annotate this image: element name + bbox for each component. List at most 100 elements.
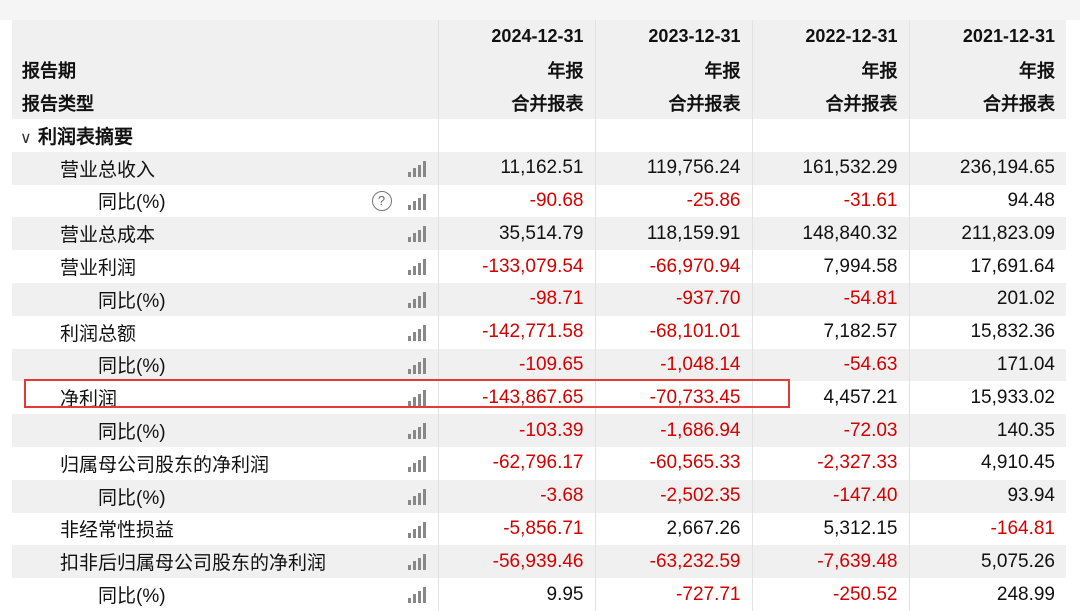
row-label: 利润总额 bbox=[60, 323, 137, 345]
value-cell: 5,312.15 bbox=[751, 512, 909, 546]
bar-chart-icon[interactable] bbox=[407, 488, 426, 505]
type-value: 合并报表 bbox=[908, 86, 1066, 119]
bar-chart-icon[interactable] bbox=[407, 390, 426, 407]
value-cell: -70,733.45 bbox=[594, 381, 752, 415]
value-cell: -250.52 bbox=[751, 578, 909, 611]
table-row[interactable]: 同比(%) -109.65 -1,048.14 -54.63 171.04 bbox=[12, 348, 1066, 382]
value-cell: -133,079.54 bbox=[437, 250, 595, 283]
table-row[interactable]: 归属母公司股东的净利润 -62,796.17 -60,565.33 -2,327.33… bbox=[12, 446, 1066, 480]
question-circle-icon[interactable]: ? bbox=[371, 190, 392, 211]
value-cell: -2,502.35 bbox=[594, 479, 752, 513]
value-cell: -1,048.14 bbox=[594, 348, 752, 382]
row-label: 同比(%) bbox=[98, 487, 166, 509]
row-label-cell[interactable]: 利润总额 bbox=[12, 315, 438, 349]
value-cell: -60,565.33 bbox=[594, 446, 752, 480]
value-cell: 15,832.36 bbox=[908, 315, 1066, 349]
type-value: 合并报表 bbox=[594, 86, 752, 119]
bar-chart-icon[interactable] bbox=[407, 160, 426, 177]
table-row[interactable]: 净利润 -143,867.65 -70,733.45 4,457.21 15,933.0… bbox=[12, 381, 1066, 415]
row-label-cell[interactable]: 同比(%) bbox=[12, 414, 438, 447]
row-label-cell[interactable]: 归属母公司股东的净利润 bbox=[12, 446, 438, 480]
bar-chart-icon[interactable] bbox=[407, 587, 426, 604]
row-label-cell[interactable]: 同比(%) bbox=[12, 282, 438, 316]
table-row[interactable]: 同比(%) -103.39 -1,686.94 -72.03 140.35 bbox=[12, 414, 1066, 447]
value-cell: 236,194.65 bbox=[908, 151, 1066, 185]
value-cell: 118,159.91 bbox=[594, 217, 752, 251]
table-row[interactable]: 同比(%) -98.71 -937.70 -54.81 201.02 bbox=[12, 282, 1066, 316]
period-value: 年报 bbox=[594, 53, 752, 86]
table-row[interactable]: 营业总收入 11,162.51 119,756.24 161,532.29 236,19… bbox=[12, 151, 1066, 185]
row-label-cell[interactable]: 扣非后归属母公司股东的净利润 bbox=[12, 545, 438, 579]
bar-chart-icon[interactable] bbox=[407, 554, 426, 571]
value-cell: -937.70 bbox=[594, 282, 752, 316]
row-label-cell[interactable]: 营业利润 bbox=[12, 250, 438, 283]
header-row-type: 报告类型 合并报表 合并报表 合并报表 合并报表 bbox=[12, 86, 1066, 119]
table-row[interactable]: 利润总额 -142,771.58 -68,101.01 7,182.57 15,832.… bbox=[12, 315, 1066, 349]
value-cell: -103.39 bbox=[437, 414, 595, 447]
value-cell: -3.68 bbox=[437, 479, 595, 513]
value-cell: -7,639.48 bbox=[751, 545, 909, 579]
value-cell: 7,182.57 bbox=[751, 315, 909, 349]
value-cell: -164.81 bbox=[908, 512, 1066, 546]
type-value: 合并报表 bbox=[437, 86, 595, 119]
bar-chart-icon[interactable] bbox=[407, 291, 426, 308]
value-cell: 2,667.26 bbox=[594, 512, 752, 546]
value-cell: 4,910.45 bbox=[908, 446, 1066, 480]
top-band bbox=[0, 0, 1080, 20]
bar-chart-icon[interactable] bbox=[407, 259, 426, 276]
value-cell: 148,840.32 bbox=[751, 217, 909, 251]
value-cell: 201.02 bbox=[908, 282, 1066, 316]
section-spacer bbox=[751, 119, 909, 152]
value-cell: 4,457.21 bbox=[751, 381, 909, 415]
section-header[interactable]: ∨ 利润表摘要 bbox=[12, 119, 438, 152]
value-cell: -727.71 bbox=[594, 578, 752, 611]
chevron-down-icon[interactable]: ∨ bbox=[20, 128, 32, 148]
value-cell: -66,970.94 bbox=[594, 250, 752, 283]
row-label: 净利润 bbox=[60, 389, 118, 411]
value-cell: 9.95 bbox=[437, 578, 595, 611]
row-label-cell[interactable]: 净利润 bbox=[12, 381, 438, 415]
value-cell: 248.99 bbox=[908, 578, 1066, 611]
row-label-cell[interactable]: 同比(%) bbox=[12, 479, 438, 513]
row-label: 同比(%) bbox=[98, 586, 166, 608]
value-cell: -143,867.65 bbox=[437, 381, 595, 415]
bar-chart-icon[interactable] bbox=[407, 324, 426, 341]
bar-chart-icon[interactable] bbox=[407, 226, 426, 243]
row-label: 营业总收入 bbox=[60, 159, 156, 181]
value-cell: 140.35 bbox=[908, 414, 1066, 447]
bar-chart-icon[interactable] bbox=[407, 193, 426, 210]
table-row[interactable]: 同比(%)? -90.68 -25.86 -31.61 94.48 bbox=[12, 184, 1066, 218]
table-row[interactable]: 营业利润 -133,079.54 -66,970.94 7,994.58 17,691.… bbox=[12, 250, 1066, 283]
value-cell: -2,327.33 bbox=[751, 446, 909, 480]
header-date: 2021-12-31 bbox=[908, 20, 1066, 53]
period-value: 年报 bbox=[751, 53, 909, 86]
row-label: 同比(%) bbox=[98, 192, 166, 214]
row-label-cell[interactable]: 同比(%) bbox=[12, 348, 438, 382]
row-label-cell[interactable]: 营业总收入 bbox=[12, 151, 438, 185]
bar-chart-icon[interactable] bbox=[407, 423, 426, 440]
value-cell: 119,756.24 bbox=[594, 151, 752, 185]
bar-chart-icon[interactable] bbox=[407, 357, 426, 374]
value-cell: 171.04 bbox=[908, 348, 1066, 382]
table-row[interactable]: 同比(%) -3.68 -2,502.35 -147.40 93.94 bbox=[12, 479, 1066, 513]
row-label-cell[interactable]: 营业总成本 bbox=[12, 217, 438, 251]
table-row[interactable]: 非经常性损益 -5,856.71 2,667.26 5,312.15 -164.81 bbox=[12, 512, 1066, 546]
bar-chart-icon[interactable] bbox=[407, 521, 426, 538]
table-row[interactable]: 营业总成本 35,514.79 118,159.91 148,840.32 211,82… bbox=[12, 217, 1066, 251]
section-spacer bbox=[437, 119, 595, 152]
value-cell: 93.94 bbox=[908, 479, 1066, 513]
value-cell: 35,514.79 bbox=[437, 217, 595, 251]
value-cell: -147.40 bbox=[751, 479, 909, 513]
section-spacer bbox=[908, 119, 1066, 152]
row-label-cell[interactable]: 同比(%)? bbox=[12, 184, 438, 218]
row-label-cell[interactable]: 同比(%) bbox=[12, 578, 438, 611]
section-row[interactable]: ∨ 利润表摘要 bbox=[12, 119, 1066, 152]
table-row[interactable]: 同比(%) 9.95 -727.71 -250.52 248.99 bbox=[12, 578, 1066, 611]
bar-chart-icon[interactable] bbox=[407, 455, 426, 472]
value-cell: -63,232.59 bbox=[594, 545, 752, 579]
row-label-cell[interactable]: 非经常性损益 bbox=[12, 512, 438, 546]
header-corner bbox=[12, 20, 438, 53]
table-row[interactable]: 扣非后归属母公司股东的净利润 -56,939.46 -63,232.59 -7,639… bbox=[12, 545, 1066, 579]
value-cell: -72.03 bbox=[751, 414, 909, 447]
value-cell: -98.71 bbox=[437, 282, 595, 316]
